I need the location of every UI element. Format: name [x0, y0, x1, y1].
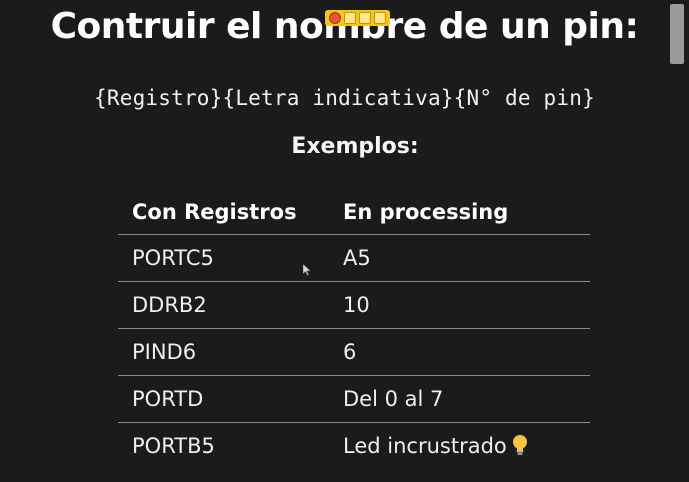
processing-cell: Led incrustrado	[329, 422, 590, 469]
table-row: PORTD Del 0 al 7	[118, 375, 590, 423]
pin-examples-table: Con Registros En processing PORTC5 A5 DD…	[118, 190, 590, 469]
register-cell: PORTB5	[118, 422, 329, 469]
close-icon[interactable]	[374, 12, 386, 24]
mouse-pointer-icon	[303, 264, 311, 276]
processing-cell: 10	[329, 281, 590, 329]
column-header-registers: Con Registros	[132, 200, 297, 224]
processing-cell: A5	[329, 234, 590, 282]
light-bulb-icon	[512, 435, 527, 455]
table-row: DDRB2 10	[118, 281, 590, 329]
table-row: PIND6 6	[118, 328, 590, 376]
column-header-processing: En processing	[343, 200, 509, 224]
register-cell: DDRB2	[118, 281, 329, 329]
record-icon[interactable]	[329, 12, 341, 24]
register-cell: PIND6	[118, 328, 329, 376]
examples-heading: Exemplos:	[291, 134, 419, 159]
processing-cell: Del 0 al 7	[329, 375, 590, 423]
marker-icon[interactable]	[359, 12, 371, 24]
register-cell: PORTC5	[118, 234, 329, 282]
overlay-toolbar[interactable]	[325, 10, 390, 26]
table-row: PORTB5 Led incrustrado	[118, 422, 590, 469]
pin-format-formula: {Registro}{Letra indicativa}{N° de pin}	[94, 86, 595, 110]
table-row: PORTC5 A5	[118, 234, 590, 282]
pen-icon[interactable]	[344, 12, 356, 24]
scrollbar-thumb[interactable]	[670, 4, 684, 64]
processing-cell: 6	[329, 328, 590, 376]
register-cell: PORTD	[118, 375, 329, 423]
table-header-row: Con Registros En processing	[118, 190, 590, 235]
processing-cell-text: Led incrustrado	[343, 434, 507, 458]
